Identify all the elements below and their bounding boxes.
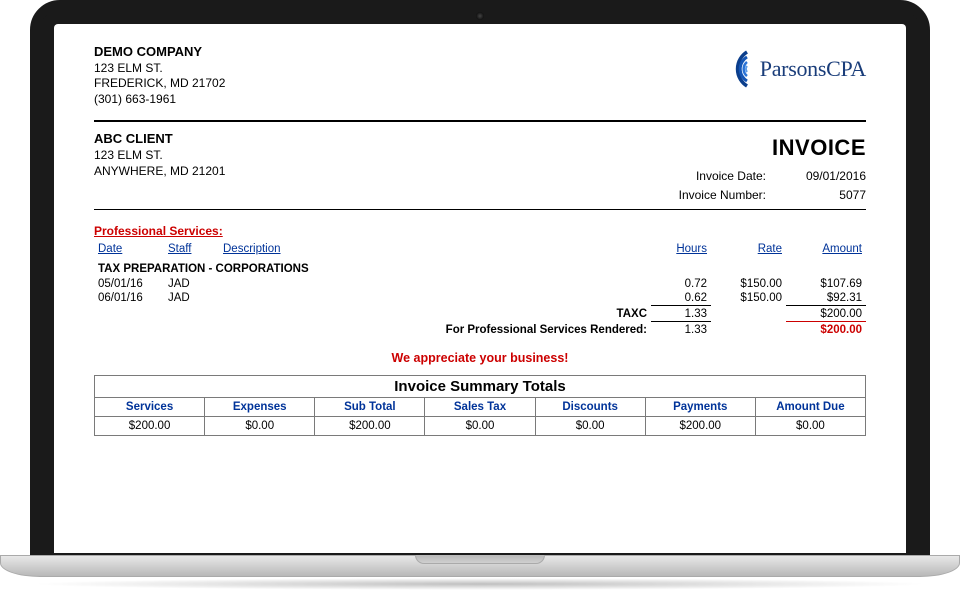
company-city: FREDERICK, MD 21702 <box>94 76 225 92</box>
company-block: DEMO COMPANY 123 ELM ST. FREDERICK, MD 2… <box>94 44 225 108</box>
logo-text: ParsonsCPA <box>760 56 866 82</box>
invoice-date-label: Invoice Date: <box>646 167 766 186</box>
sum-col-payments: Payments <box>645 398 755 417</box>
summary-title: Invoice Summary Totals <box>94 375 866 397</box>
subtotal-amount: $200.00 <box>786 306 866 322</box>
client-block: ABC CLIENT 123 ELM ST. ANYWHERE, MD 2120… <box>94 130 225 180</box>
line-description <box>219 277 651 291</box>
rendered-label: For Professional Services Rendered: <box>94 322 651 338</box>
sum-col-expenses: Expenses <box>205 398 315 417</box>
sum-expenses: $0.00 <box>205 417 315 436</box>
appreciation-message: We appreciate your business! <box>94 351 866 365</box>
service-subtotal: TAXC 1.33 $200.00 <box>94 306 866 322</box>
invoice-meta: INVOICE Invoice Date: 09/01/2016 Invoice… <box>646 130 866 206</box>
client-city: ANYWHERE, MD 21201 <box>94 163 225 179</box>
invoice-number: 5077 <box>786 186 866 205</box>
sum-col-amountdue: Amount Due <box>755 398 865 417</box>
company-street: 123 ELM ST. <box>94 61 225 77</box>
rendered-amount: $200.00 <box>786 322 866 338</box>
invoice-number-label: Invoice Number: <box>646 186 766 205</box>
invoice-date: 09/01/2016 <box>786 167 866 186</box>
line-date: 06/01/16 <box>94 291 164 306</box>
subtotal-hours: 1.33 <box>651 306 711 322</box>
sum-discounts: $0.00 <box>535 417 645 436</box>
summary-values-row: $200.00 $0.00 $200.00 $0.00 $0.00 $200.0… <box>95 417 866 436</box>
service-line: 06/01/16 JAD 0.62 $150.00 $92.31 <box>94 291 866 306</box>
logo: ParsonsCPA <box>716 48 866 90</box>
subtotal-label: TAXC <box>94 306 651 322</box>
invoice-title: INVOICE <box>646 130 866 165</box>
col-staff: Staff <box>164 241 219 259</box>
line-amount: $92.31 <box>786 291 866 306</box>
line-rate: $150.00 <box>711 277 786 291</box>
sum-payments: $200.00 <box>645 417 755 436</box>
col-hours: Hours <box>651 241 711 259</box>
logo-arcs-icon <box>716 48 758 90</box>
laptop-shadow <box>30 578 930 590</box>
laptop-frame: DEMO COMPANY 123 ELM ST. FREDERICK, MD 2… <box>30 0 930 555</box>
divider <box>94 209 866 210</box>
line-hours: 0.62 <box>651 291 711 306</box>
line-amount: $107.69 <box>786 277 866 291</box>
client-name: ABC CLIENT <box>94 130 225 148</box>
summary-table: Services Expenses Sub Total Sales Tax Di… <box>94 397 866 436</box>
sum-services: $200.00 <box>95 417 205 436</box>
sum-col-discounts: Discounts <box>535 398 645 417</box>
services-table: Date Staff Description Hours Rate Amount… <box>94 241 866 337</box>
laptop-notch <box>415 555 545 564</box>
rendered-hours: 1.33 <box>651 322 711 338</box>
sum-amountdue: $0.00 <box>755 417 865 436</box>
group-heading-text: TAX PREPARATION - CORPORATIONS <box>94 259 866 277</box>
col-date: Date <box>94 241 164 259</box>
services-rendered-total: For Professional Services Rendered: 1.33… <box>94 322 866 338</box>
company-name: DEMO COMPANY <box>94 44 225 61</box>
sum-salestax: $0.00 <box>425 417 535 436</box>
sum-col-services: Services <box>95 398 205 417</box>
invoice-document: DEMO COMPANY 123 ELM ST. FREDERICK, MD 2… <box>54 24 906 446</box>
services-section-title: Professional Services: <box>94 224 223 238</box>
client-invoice-row: ABC CLIENT 123 ELM ST. ANYWHERE, MD 2120… <box>94 130 866 206</box>
company-phone: (301) 663-1961 <box>94 92 225 108</box>
line-date: 05/01/16 <box>94 277 164 291</box>
screen: DEMO COMPANY 123 ELM ST. FREDERICK, MD 2… <box>54 24 906 553</box>
divider <box>94 120 866 122</box>
sum-col-subtotal: Sub Total <box>315 398 425 417</box>
sum-subtotal: $200.00 <box>315 417 425 436</box>
camera-icon <box>476 12 484 20</box>
service-group-heading: TAX PREPARATION - CORPORATIONS <box>94 259 866 277</box>
line-rate: $150.00 <box>711 291 786 306</box>
col-amount: Amount <box>786 241 866 259</box>
sum-col-salestax: Sales Tax <box>425 398 535 417</box>
line-hours: 0.72 <box>651 277 711 291</box>
col-description: Description <box>219 241 651 259</box>
service-line: 05/01/16 JAD 0.72 $150.00 $107.69 <box>94 277 866 291</box>
client-street: 123 ELM ST. <box>94 147 225 163</box>
line-description <box>219 291 651 306</box>
col-rate: Rate <box>711 241 786 259</box>
header: DEMO COMPANY 123 ELM ST. FREDERICK, MD 2… <box>94 44 866 108</box>
summary-section: Invoice Summary Totals Services Expenses… <box>94 375 866 436</box>
line-staff: JAD <box>164 291 219 306</box>
line-staff: JAD <box>164 277 219 291</box>
